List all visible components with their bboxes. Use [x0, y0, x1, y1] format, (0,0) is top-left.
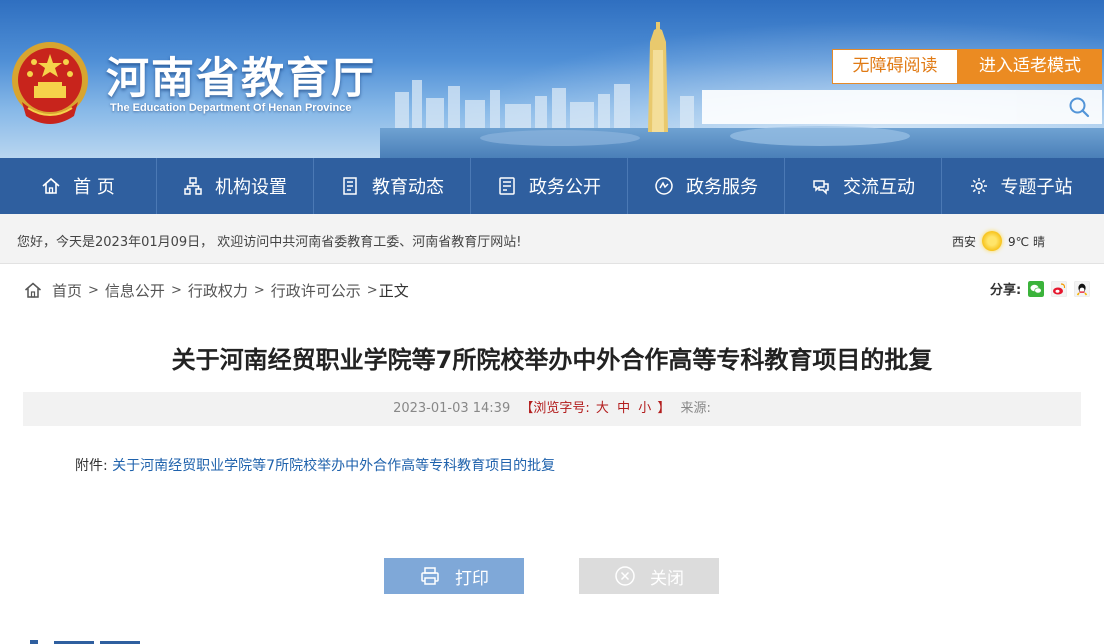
article-title: 关于河南经贸职业学院等7所院校举办中外合作高等专科教育项目的批复	[171, 346, 933, 374]
news-icon	[343, 177, 357, 195]
font-size-label-end: 】	[657, 401, 671, 416]
breadcrumb-separator: >	[88, 282, 99, 298]
welcome-text: 您好，今天是2023年01月09日， 欢迎访问中共河南省委教育工委、河南省教育厅…	[17, 235, 522, 250]
font-size-options: 【浏览字号: 大 中 小 】	[520, 401, 674, 416]
nav-item-interaction[interactable]: 交流互动	[785, 158, 942, 214]
qq-icon[interactable]	[1074, 280, 1091, 297]
print-button[interactable]: 打印	[384, 558, 524, 594]
font-size-large-button[interactable]: 大	[596, 401, 609, 416]
search-input[interactable]	[702, 90, 1102, 124]
nav-item-home[interactable]: 首 页	[0, 158, 157, 214]
breadcrumb-separator: >	[170, 282, 182, 298]
welcome-bar: 您好，今天是2023年01月09日， 欢迎访问中共河南省委教育工委、河南省教育厅…	[0, 214, 1104, 264]
breadcrumb-link-power[interactable]: 行政权力	[188, 280, 248, 301]
nav-item-label: 机构设置	[215, 177, 287, 198]
sun-icon	[982, 231, 1003, 251]
font-size-label: 【浏览字号:	[520, 401, 590, 416]
org-icon	[184, 177, 202, 195]
elder-mode-button[interactable]: 进入适老模式	[958, 49, 1102, 84]
share-bar: 分享:	[990, 279, 1091, 298]
national-emblem-icon	[12, 42, 88, 124]
nav-item-news[interactable]: 教育动态	[314, 158, 471, 214]
attachment-row: 附件: 关于河南经贸职业学院等7所院校举办中外合作高等专科教育项目的批复	[75, 455, 555, 475]
accessible-reading-button[interactable]: 无障碍阅读	[832, 49, 958, 84]
home-icon	[25, 282, 41, 298]
weibo-icon[interactable]	[1051, 280, 1068, 297]
nav-item-label: 专题子站	[1000, 177, 1073, 198]
footer-heading-partial	[30, 640, 140, 644]
close-label: 关闭	[650, 568, 684, 589]
publicity-icon	[499, 177, 515, 195]
home-icon	[42, 177, 60, 194]
article-meta: 2023-01-03 14:39 【浏览字号: 大 中 小 】 来源:	[23, 392, 1081, 426]
site-subtitle: The Education Department Of Henan Provin…	[110, 102, 352, 114]
breadcrumb-link-home[interactable]: 首页	[52, 280, 82, 301]
breadcrumb: 首页 > 信息公开 > 行政权力 > 行政许可公示 > 正文	[24, 280, 409, 300]
main-nav: 首 页 机构设置 教育动态 政务公开 政务服务 交流互动 专题子站	[0, 158, 1104, 214]
nav-item-label: 政务公开	[529, 177, 601, 198]
nav-item-label: 首 页	[73, 177, 115, 198]
nav-item-org[interactable]: 机构设置	[157, 158, 314, 214]
breadcrumb-current: 正文	[378, 281, 409, 300]
printer-icon	[421, 567, 439, 585]
nav-item-service[interactable]: 政务服务	[628, 158, 785, 214]
font-size-small-button[interactable]: 小	[638, 401, 651, 416]
close-button[interactable]: 关闭	[579, 558, 719, 594]
breadcrumb-link-permit[interactable]: 行政许可公示	[271, 280, 361, 301]
breadcrumb-link-info[interactable]: 信息公开	[105, 280, 165, 301]
breadcrumb-separator: >	[253, 282, 265, 298]
search-icon[interactable]	[1068, 96, 1090, 118]
print-label: 打印	[455, 568, 489, 589]
nav-item-topic[interactable]: 专题子站	[942, 158, 1099, 214]
nav-item-label: 教育动态	[372, 177, 444, 198]
wechat-icon[interactable]	[1028, 280, 1045, 297]
breadcrumb-separator: >	[366, 282, 378, 298]
header-banner: 河南省教育厅 The Education Department Of Henan…	[0, 0, 1104, 158]
site-title: 河南省教育厅	[106, 54, 376, 104]
article-datetime: 2023-01-03 14:39	[393, 401, 511, 416]
close-icon	[615, 566, 635, 586]
nav-item-label: 交流互动	[843, 177, 915, 198]
nav-item-label: 政务服务	[686, 177, 758, 198]
service-icon	[655, 177, 673, 195]
interaction-icon	[813, 180, 829, 195]
weather-city: 西安	[952, 234, 977, 249]
font-size-medium-button[interactable]: 中	[617, 401, 630, 416]
article-source-label: 来源:	[680, 401, 711, 416]
weather-widget: 西安 9℃ 晴	[952, 231, 1045, 251]
weather-status: 9℃ 晴	[1008, 234, 1045, 249]
nav-item-publicity[interactable]: 政务公开	[471, 158, 628, 214]
attachment-label: 附件:	[75, 458, 108, 474]
attachment-link[interactable]: 关于河南经贸职业学院等7所院校举办中外合作高等专科教育项目的批复	[112, 458, 555, 474]
share-label: 分享:	[990, 283, 1022, 298]
topic-icon	[970, 178, 987, 194]
